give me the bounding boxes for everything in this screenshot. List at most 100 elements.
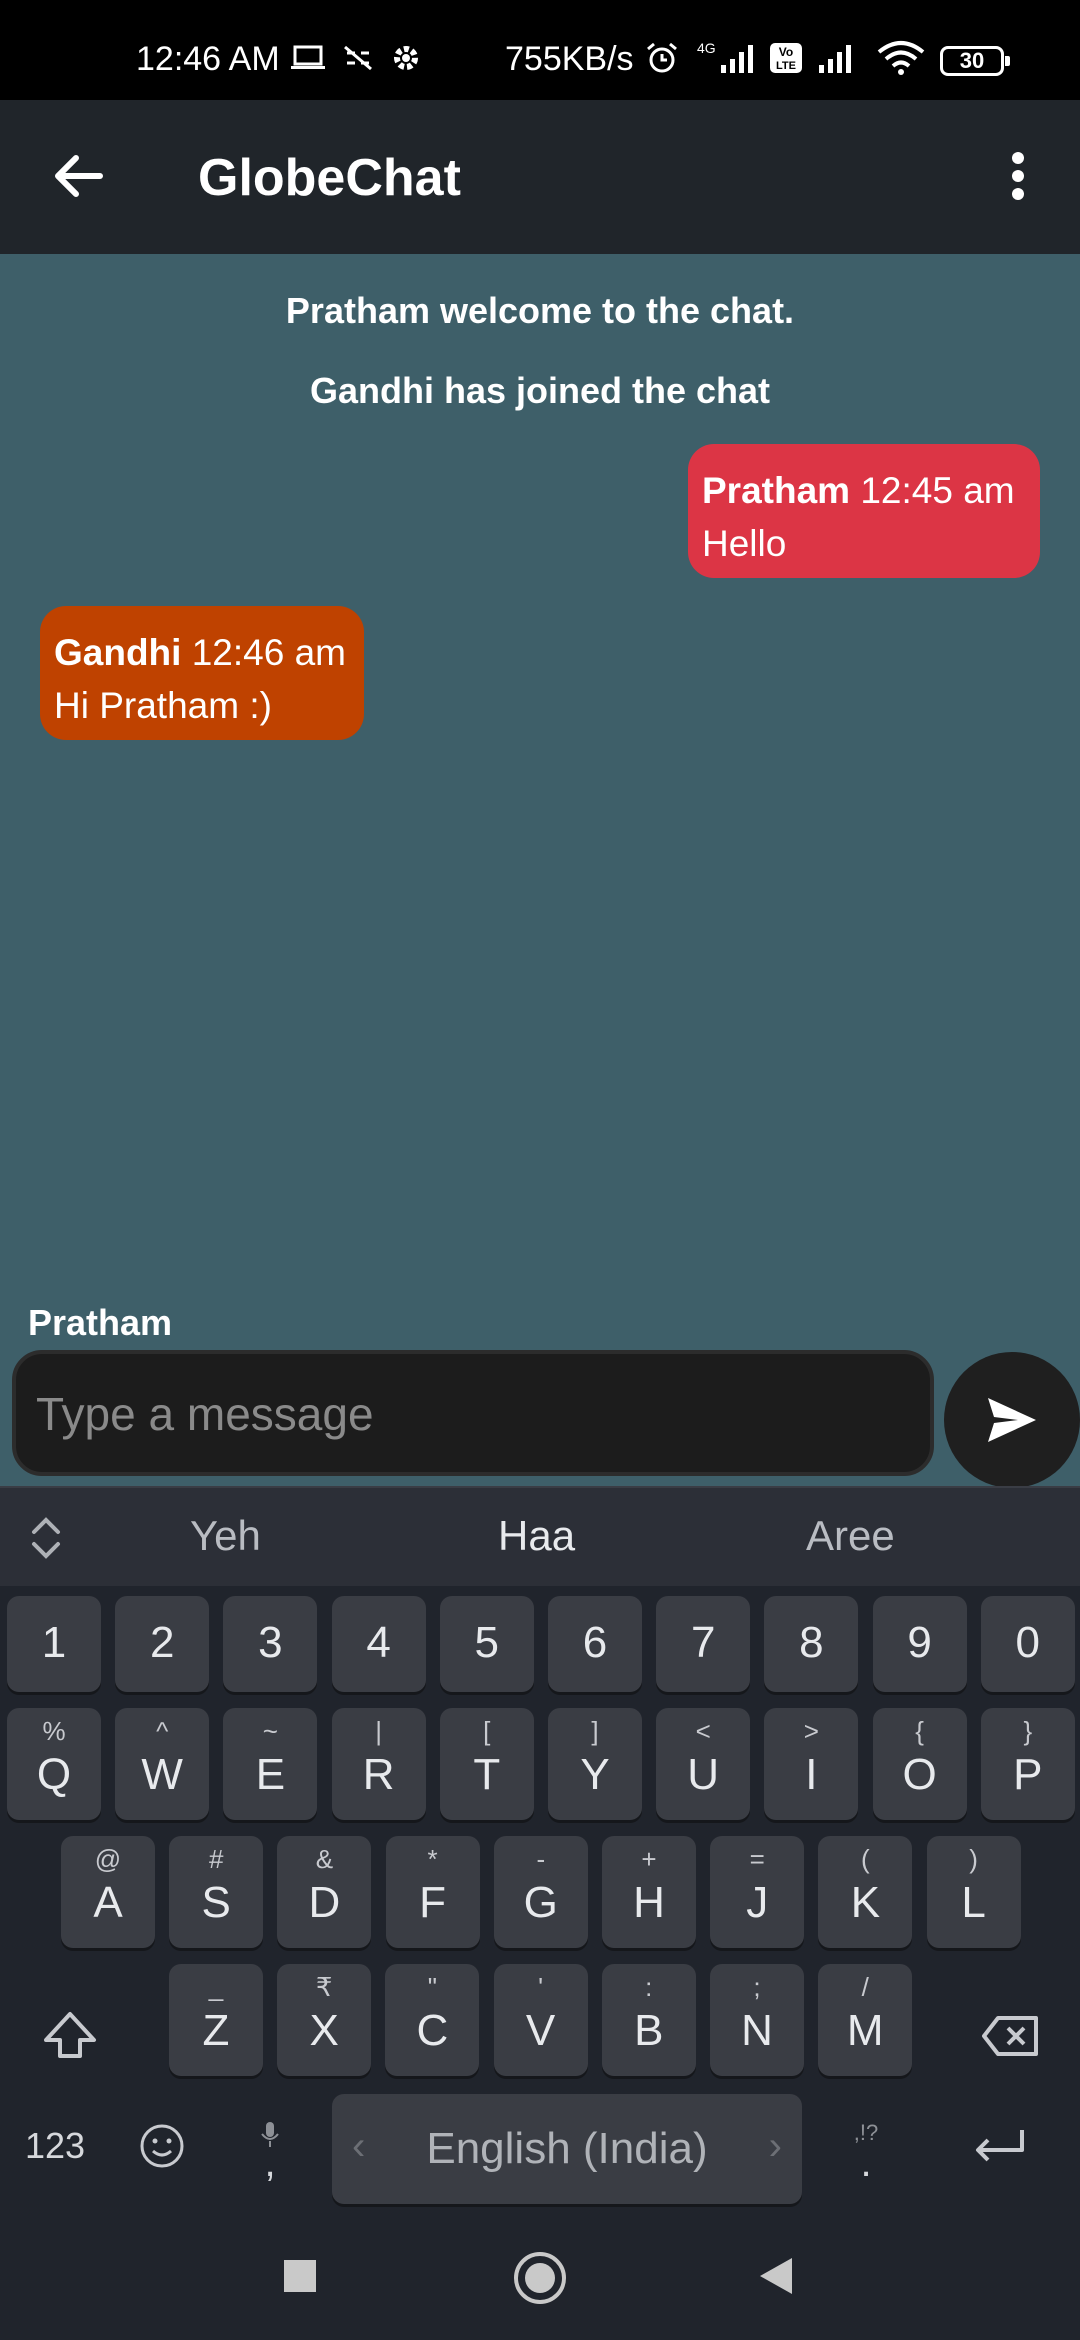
- key-x[interactable]: ₹ X: [277, 1964, 372, 2076]
- key-h[interactable]: + H: [602, 1836, 696, 1948]
- key-4[interactable]: 4: [331, 1596, 426, 1692]
- key-symbol: ~: [262, 1716, 278, 1746]
- key-z[interactable]: _ Z: [169, 1964, 263, 2076]
- chat-area[interactable]: Pratham welcome to the chat. Gandhi has …: [0, 254, 1080, 1488]
- key-symbol: *: [427, 1844, 438, 1874]
- key-7[interactable]: 7: [656, 1596, 751, 1692]
- key-symbol: ^: [156, 1716, 169, 1746]
- message-composer[interactable]: [12, 1350, 934, 1476]
- key-label: Q: [36, 1750, 72, 1799]
- suggestion-bar: Yeh Haa Aree: [0, 1486, 1080, 1586]
- key-label: T: [473, 1750, 501, 1799]
- enter-key[interactable]: [960, 2106, 1040, 2186]
- arrow-back-icon[interactable]: [44, 140, 116, 212]
- key-symbol: #: [208, 1844, 224, 1874]
- send-button[interactable]: [944, 1352, 1080, 1488]
- period-key[interactable]: ,!? .: [836, 2100, 896, 2200]
- emoji-icon: [140, 2124, 184, 2168]
- key-symbol: _: [208, 1972, 224, 2002]
- system-message: Gandhi has joined the chat: [309, 370, 771, 411]
- app-bar: GlobeChat: [0, 100, 1080, 254]
- network-type-label: 4G: [697, 41, 716, 56]
- key-p[interactable]: } P: [980, 1708, 1075, 1820]
- more-vert-icon[interactable]: [990, 140, 1046, 212]
- shift-key[interactable]: [30, 1996, 110, 2076]
- key-label: R: [362, 1750, 395, 1799]
- key-label: G: [523, 1878, 558, 1927]
- key-9[interactable]: 9: [872, 1596, 967, 1692]
- key-label: A: [93, 1878, 123, 1927]
- key-y[interactable]: ] Y: [548, 1708, 642, 1820]
- key-label: K: [850, 1878, 881, 1927]
- key-v[interactable]: ' V: [493, 1964, 588, 2076]
- key-d[interactable]: & D: [277, 1836, 372, 1948]
- svg-text:LTE: LTE: [776, 60, 796, 72]
- key-e[interactable]: ~ E: [223, 1708, 318, 1820]
- back-triangle-icon[interactable]: [756, 2254, 796, 2298]
- message-input[interactable]: [34, 1354, 918, 1474]
- comma-label: ,: [264, 2141, 276, 2185]
- message-sender: Gandhi: [54, 632, 182, 673]
- message-sender: Pratham: [702, 470, 851, 511]
- key-symbol: ]: [591, 1716, 599, 1746]
- emoji-key[interactable]: [130, 2106, 194, 2186]
- expand-toolbar-icon[interactable]: [26, 1516, 66, 1560]
- key-r[interactable]: | R: [331, 1708, 426, 1820]
- key-label: 8: [799, 1618, 824, 1667]
- key-w[interactable]: ^ W: [115, 1708, 210, 1820]
- key-label: 2: [149, 1618, 175, 1667]
- key-n[interactable]: ; N: [710, 1964, 804, 2076]
- key-a[interactable]: @ A: [61, 1836, 155, 1948]
- space-bar[interactable]: ‹ English (India) ›: [332, 2094, 802, 2204]
- key-5[interactable]: 5: [439, 1596, 534, 1692]
- home-circle-icon[interactable]: [512, 2250, 568, 2306]
- key-l[interactable]: ) L: [926, 1836, 1021, 1948]
- key-label: E: [255, 1750, 286, 1799]
- key-s[interactable]: # S: [169, 1836, 264, 1948]
- wifi-icon: [874, 40, 928, 76]
- key-u[interactable]: < U: [656, 1708, 751, 1820]
- recents-square-icon[interactable]: [282, 2258, 318, 2294]
- message-time: 12:46 am: [191, 632, 347, 673]
- key-label: 1: [41, 1618, 67, 1667]
- key-label: 5: [474, 1618, 500, 1667]
- key-symbol: |: [375, 1716, 382, 1746]
- key-label: 6: [582, 1618, 608, 1667]
- key-label: P: [1013, 1750, 1043, 1799]
- backspace-key[interactable]: [970, 1996, 1050, 2076]
- key-label: M: [846, 2006, 884, 2055]
- navigation-bar: [0, 2210, 1080, 2340]
- key-b[interactable]: :B: [601, 1964, 696, 2076]
- numbers-key[interactable]: 123: [10, 2106, 100, 2186]
- network-speed: 755KB/s: [505, 40, 634, 78]
- key-j[interactable]: = J: [710, 1836, 805, 1948]
- key-g[interactable]: -G: [493, 1836, 588, 1948]
- key-label: Y: [580, 1750, 610, 1799]
- key-3[interactable]: 3: [223, 1596, 318, 1692]
- key-6[interactable]: 6: [548, 1596, 642, 1692]
- key-symbol: ": [427, 1972, 437, 2002]
- key-i[interactable]: > I: [764, 1708, 859, 1820]
- key-symbol: %: [42, 1716, 66, 1746]
- volte-icon: Vo LTE: [768, 40, 804, 76]
- key-f[interactable]: * F: [385, 1836, 480, 1948]
- key-c[interactable]: " C: [385, 1964, 480, 2076]
- comma-key[interactable]: ,: [240, 2100, 300, 2200]
- key-2[interactable]: 2: [115, 1596, 210, 1692]
- key-q[interactable]: % Q: [7, 1708, 101, 1820]
- key-label: O: [902, 1750, 937, 1799]
- suggestion-item[interactable]: Yeh: [190, 1512, 261, 1560]
- key-1[interactable]: 1: [7, 1596, 101, 1692]
- shift-icon: [44, 2012, 96, 2058]
- key-symbol: +: [641, 1844, 657, 1874]
- suggestion-item[interactable]: Aree: [806, 1512, 895, 1560]
- key-0[interactable]: 0: [980, 1596, 1075, 1692]
- key-label: D: [308, 1878, 341, 1927]
- key-symbol: :: [645, 1972, 653, 2002]
- key-k[interactable]: (K: [818, 1836, 913, 1948]
- key-t[interactable]: [T: [439, 1708, 534, 1820]
- key-o[interactable]: {O: [872, 1708, 967, 1820]
- key-8[interactable]: 8: [764, 1596, 859, 1692]
- suggestion-item[interactable]: Haa: [498, 1512, 575, 1560]
- key-m[interactable]: / M: [818, 1964, 913, 2076]
